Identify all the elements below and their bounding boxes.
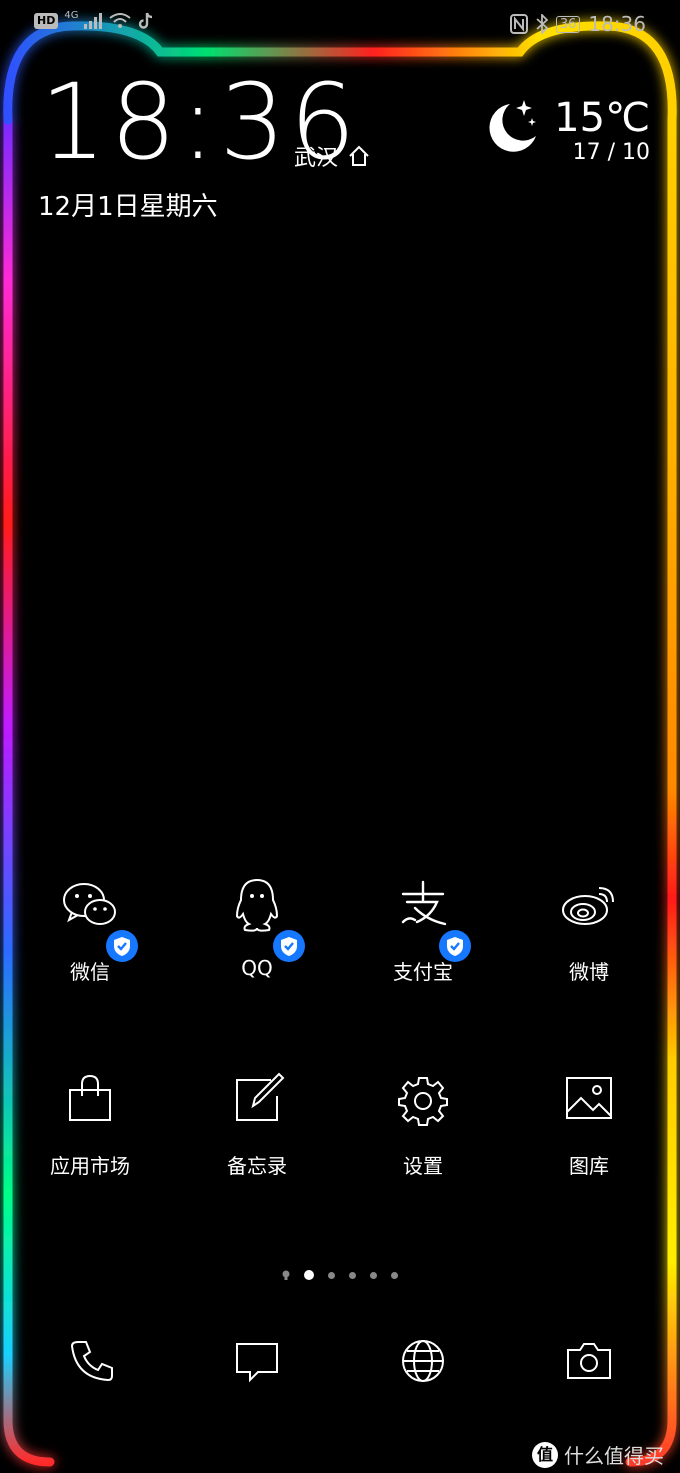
camera-icon (567, 1343, 611, 1379)
city-name: 武汉 (294, 146, 339, 171)
page-dot[interactable] (391, 1271, 398, 1279)
app-wechat[interactable]: 微信 (5, 876, 175, 985)
dock-messages[interactable] (232, 1336, 282, 1386)
widget-city[interactable]: 武汉 (294, 140, 370, 172)
alipay-icon (393, 876, 471, 962)
app-label: 应用市场 (50, 1154, 130, 1178)
app-label: 设置 (403, 1154, 443, 1178)
app-label: 支付宝 (393, 960, 453, 984)
nfc-icon (509, 14, 528, 34)
qq-icon (227, 876, 305, 962)
page-dot-active[interactable] (304, 1270, 314, 1280)
app-label: 备忘录 (227, 1154, 287, 1178)
watermark-text: 什么值得买 (564, 1444, 664, 1468)
hd-badge: HD (34, 13, 59, 29)
verified-badge (106, 930, 138, 962)
app-weibo[interactable]: 微博 (504, 876, 674, 985)
network-type: 4G (64, 9, 79, 21)
app-qq[interactable]: QQ (172, 876, 342, 980)
status-right: 36 18:36 (509, 12, 646, 36)
app-label: 微信 (70, 960, 110, 984)
app-settings[interactable]: 设置 (338, 1070, 508, 1179)
temperature: 15℃ (554, 95, 650, 141)
phone-icon (70, 1341, 113, 1382)
app-appstore[interactable]: 应用市场 (5, 1070, 175, 1179)
verified-badge (273, 930, 305, 962)
app-label: QQ (241, 956, 273, 980)
lightbulb-icon (282, 1270, 290, 1280)
battery-icon: 36 (555, 15, 581, 33)
status-time: 18:36 (588, 12, 646, 36)
verified-badge (439, 930, 471, 962)
page-dot[interactable] (328, 1271, 335, 1279)
notepad-icon (227, 1070, 287, 1130)
status-bar: HD 4G 36 18:36 (0, 0, 680, 48)
app-gallery[interactable]: 图库 (504, 1070, 674, 1179)
dock-browser[interactable] (398, 1336, 448, 1386)
app-label: 图库 (569, 1154, 609, 1178)
gear-icon (393, 1070, 453, 1130)
weibo-icon (559, 876, 619, 936)
signal-icon (84, 13, 103, 29)
tiktok-icon (139, 12, 153, 29)
weather-widget[interactable]: 15℃ 17 / 10 (480, 96, 650, 165)
app-label: 微博 (569, 960, 609, 984)
page-dot[interactable] (370, 1271, 377, 1279)
page-dot[interactable] (349, 1271, 356, 1279)
widget-date[interactable]: 12月1日星期六 (38, 186, 218, 223)
home-icon (349, 145, 369, 166)
weather-text: 15℃ 17 / 10 (554, 96, 650, 165)
app-alipay[interactable]: 支付宝 (338, 876, 508, 985)
watermark-logo: 值 (532, 1441, 558, 1468)
watermark: 值 什么值得买 (532, 1440, 664, 1469)
status-left: HD 4G (34, 9, 154, 30)
app-notepad[interactable]: 备忘录 (172, 1070, 342, 1179)
bluetooth-icon (536, 14, 548, 34)
message-icon (236, 1343, 278, 1383)
wifi-icon (109, 13, 132, 28)
dock-phone[interactable] (66, 1336, 116, 1386)
page-indicator[interactable] (0, 1268, 680, 1282)
temperature-range: 17 / 10 (572, 140, 650, 165)
moon-stars-icon (489, 100, 537, 152)
gallery-icon (559, 1070, 619, 1130)
wechat-icon (60, 876, 138, 962)
browser-icon (402, 1340, 444, 1382)
appstore-bag-icon (60, 1070, 120, 1130)
dock-camera[interactable] (564, 1336, 614, 1386)
